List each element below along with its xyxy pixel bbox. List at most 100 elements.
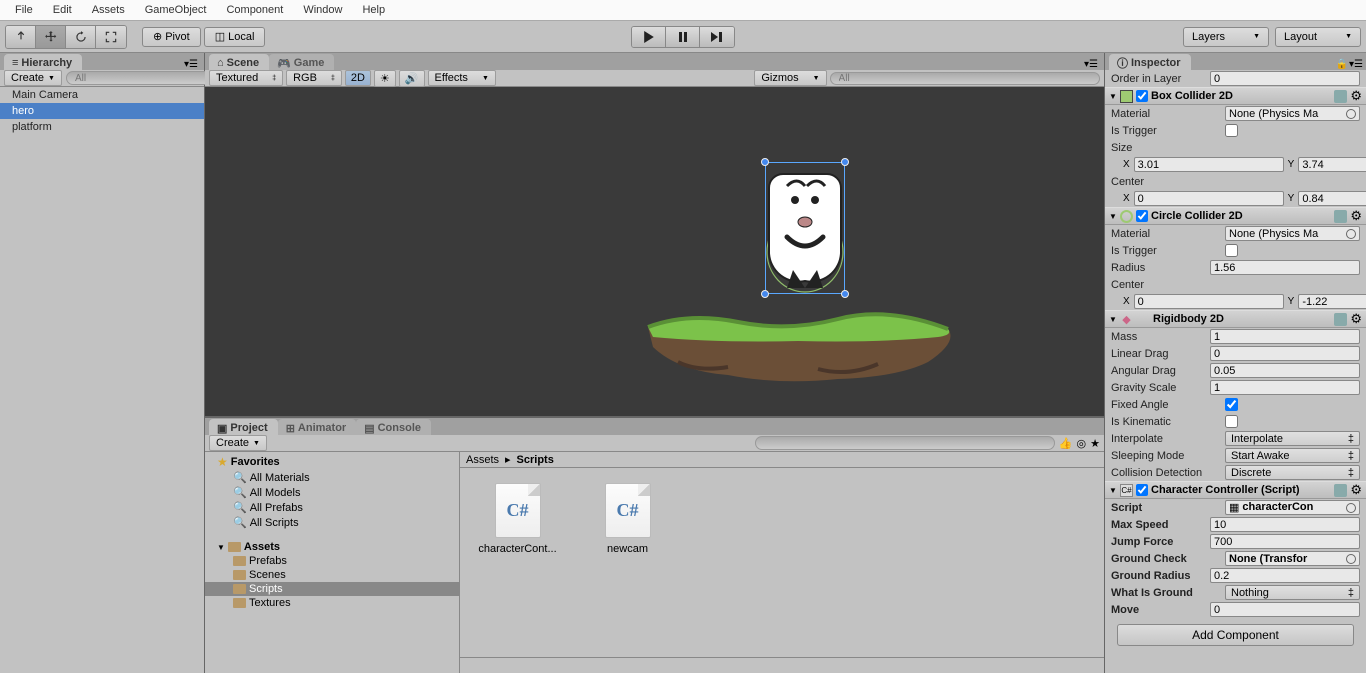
crumb-scripts[interactable]: Scripts [517,454,554,466]
jumpforce-input[interactable] [1210,534,1360,549]
shading-mode[interactable]: Textured‡ [209,70,283,86]
filter-type-icon[interactable]: ◎ [1077,437,1087,450]
circle-collider-header[interactable]: ▼ Circle Collider 2D ⚙ [1105,207,1366,225]
gizmos-dropdown[interactable]: Gizmos▼ [754,70,826,86]
rigidbody-header[interactable]: ▼ ◆ Rigidbody 2D ⚙ [1105,310,1366,328]
panel-menu-icon[interactable]: ▾☰ [1084,59,1098,70]
box-collider-header[interactable]: ▼ Box Collider 2D ⚙ [1105,87,1366,105]
collision-dd[interactable]: Discrete‡ [1225,465,1360,480]
menu-help[interactable]: Help [352,1,395,19]
gear-icon[interactable]: ⚙ [1350,311,1362,327]
menu-file[interactable]: File [5,1,43,19]
gravity-input[interactable] [1210,380,1360,395]
panel-menu-icon[interactable]: ▾☰ [184,59,198,70]
box-trigger-check[interactable] [1225,124,1238,137]
console-tab[interactable]: ▤Console [356,419,431,435]
save-filter-icon[interactable]: ★ [1090,437,1100,450]
help-icon[interactable] [1334,90,1347,103]
script-field[interactable]: ▦characterCon [1225,500,1360,515]
platform-sprite[interactable] [638,307,964,385]
hero-sprite[interactable] [765,162,845,294]
gear-icon[interactable]: ⚙ [1350,208,1362,224]
render-mode[interactable]: RGB‡ [286,70,342,86]
light-toggle[interactable]: ☀ [374,70,396,87]
circle-collider-enable[interactable] [1136,210,1148,222]
pause-button[interactable] [666,27,700,47]
circle-center-x[interactable] [1134,294,1284,309]
groundcheck-field[interactable]: None (Transfor [1225,551,1360,566]
pivot-toggle[interactable]: ⊕Pivot [142,27,201,47]
fixedangle-check[interactable] [1225,398,1238,411]
gear-icon[interactable]: ⚙ [1350,482,1362,498]
step-button[interactable] [700,27,734,47]
menu-component[interactable]: Component [216,1,293,19]
interpolate-dd[interactable]: Interpolate‡ [1225,431,1360,446]
angulardrag-input[interactable] [1210,363,1360,378]
hierarchy-item-hero[interactable]: hero [0,103,204,119]
box-center-y[interactable] [1298,191,1366,206]
lock-icon[interactable]: 🔒 [1336,59,1348,70]
hierarchy-item-platform[interactable]: platform [0,119,204,135]
box-size-x[interactable] [1134,157,1284,172]
menu-assets[interactable]: Assets [82,1,135,19]
lineardrag-input[interactable] [1210,346,1360,361]
asset-charactercontroller[interactable]: C# characterCont... [480,483,555,555]
fav-all-prefabs[interactable]: 🔍All Prefabs [205,500,459,515]
crumb-assets[interactable]: Assets [466,454,499,466]
panel-menu-icon[interactable]: ▾☰ [1349,59,1363,70]
hand-tool[interactable] [6,26,36,48]
circle-material-field[interactable]: None (Physics Ma [1225,226,1360,241]
project-create[interactable]: Create▼ [209,435,267,451]
create-dropdown[interactable]: Create▼ [4,70,62,86]
object-picker-icon[interactable] [1346,109,1356,119]
box-collider-enable[interactable] [1136,90,1148,102]
object-picker-icon[interactable] [1346,229,1356,239]
hierarchy-tab[interactable]: ≡Hierarchy [4,54,82,70]
box-center-x[interactable] [1134,191,1284,206]
circle-radius[interactable] [1210,260,1360,275]
scene-search[interactable] [830,72,1100,85]
filter-icon[interactable]: 👍 [1059,437,1073,450]
maxspeed-input[interactable] [1210,517,1360,532]
game-tab[interactable]: 🎮Game [269,54,334,70]
add-component-button[interactable]: Add Component [1117,624,1354,646]
mass-input[interactable] [1210,329,1360,344]
menu-edit[interactable]: Edit [43,1,82,19]
sleep-dd[interactable]: Start Awake‡ [1225,448,1360,463]
folder-prefabs[interactable]: Prefabs [205,554,459,568]
whatground-dd[interactable]: Nothing‡ [1225,585,1360,600]
script-enable[interactable] [1136,484,1148,496]
box-size-y[interactable] [1298,157,1366,172]
help-icon[interactable] [1334,484,1347,497]
help-icon[interactable] [1334,313,1347,326]
object-picker-icon[interactable] [1346,554,1356,564]
fold-icon[interactable]: ▼ [1109,315,1117,324]
layout-dropdown[interactable]: Layout▼ [1275,27,1361,47]
hierarchy-search[interactable] [66,71,216,85]
gear-icon[interactable]: ⚙ [1350,88,1362,104]
assets-folder[interactable]: ▼Assets [205,540,459,554]
scale-tool[interactable] [96,26,126,48]
order-in-layer-input[interactable] [1210,71,1360,86]
play-button[interactable] [632,27,666,47]
layers-dropdown[interactable]: Layers▼ [1183,27,1269,47]
script-header[interactable]: ▼ C# Character Controller (Script) ⚙ [1105,481,1366,499]
local-toggle[interactable]: ◫Local [204,27,266,47]
project-tab[interactable]: ▣Project [209,419,278,435]
folder-scenes[interactable]: Scenes [205,568,459,582]
fav-all-scripts[interactable]: 🔍All Scripts [205,515,459,530]
asset-newcam[interactable]: C# newcam [590,483,665,555]
animator-tab[interactable]: ⊞Animator [278,419,357,435]
fav-all-models[interactable]: 🔍All Models [205,485,459,500]
project-search[interactable] [755,436,1055,450]
folder-scripts[interactable]: Scripts [205,582,459,596]
folder-textures[interactable]: Textures [205,596,459,610]
move-tool[interactable] [36,26,66,48]
fold-icon[interactable]: ▼ [1109,92,1117,101]
kinematic-check[interactable] [1225,415,1238,428]
scene-tab[interactable]: ⌂Scene [209,54,269,70]
help-icon[interactable] [1334,210,1347,223]
fav-all-materials[interactable]: 🔍All Materials [205,470,459,485]
move-input[interactable] [1210,602,1360,617]
effects-dropdown[interactable]: Effects▼ [428,70,496,86]
